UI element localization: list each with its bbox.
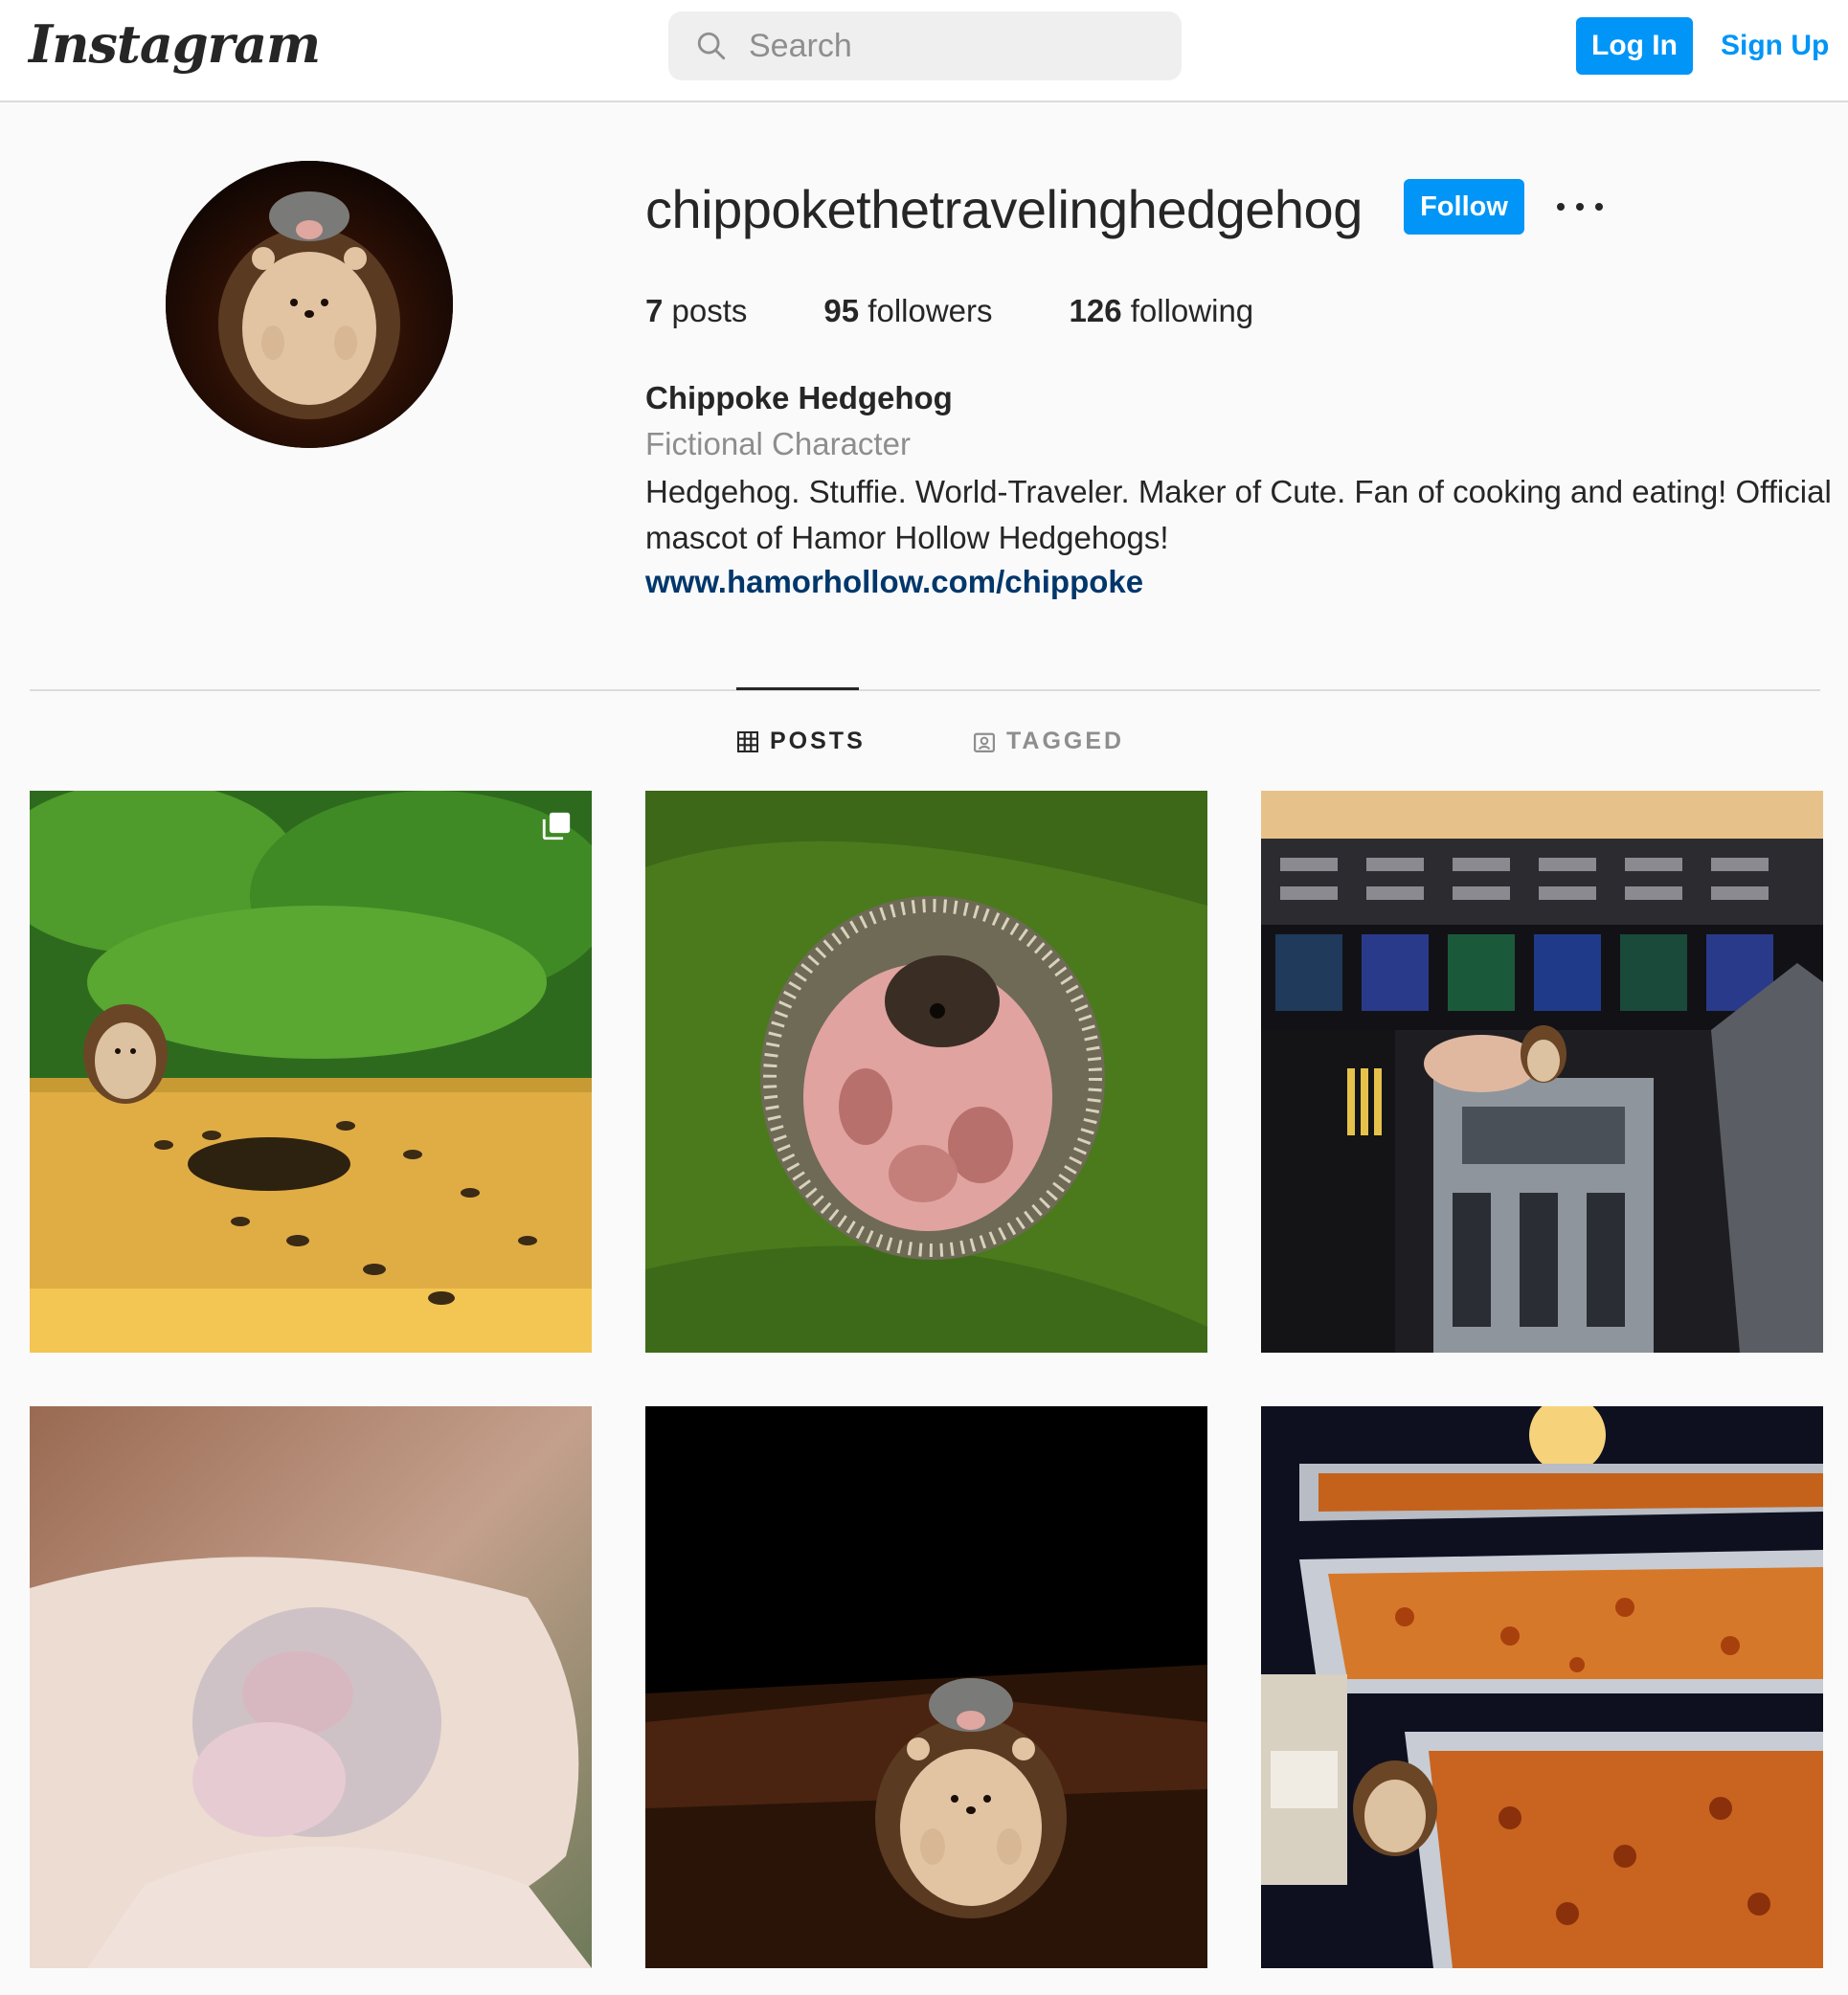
post-image: [1261, 1406, 1823, 1968]
post-tile-5[interactable]: [645, 1406, 1207, 1968]
multiple-photos-icon: [542, 812, 571, 841]
post-tile-1[interactable]: [30, 791, 592, 1353]
profile-category: Fictional Character: [645, 426, 911, 461]
followers-count[interactable]: 95 followers: [823, 293, 992, 329]
post-image: [30, 1406, 592, 1968]
post-tile-6[interactable]: [1261, 1406, 1823, 1968]
search-box[interactable]: Search: [668, 11, 1182, 80]
post-image: [645, 1406, 1207, 1968]
top-navigation-bar: Instagram Search Log In Sign Up: [0, 0, 1848, 102]
grid-icon: [737, 730, 758, 752]
tab-posts[interactable]: POSTS: [737, 728, 866, 755]
profile-website-link[interactable]: www.hamorhollow.com/chippoke: [645, 564, 1143, 600]
profile-stats: 7 posts 95 followers 126 following: [645, 293, 1330, 329]
more-options-icon[interactable]: [1557, 188, 1603, 226]
post-tile-4[interactable]: [30, 1406, 592, 1968]
post-tile-3[interactable]: [1261, 791, 1823, 1353]
tabs-divider: [30, 689, 1820, 691]
tagged-icon: [974, 732, 995, 752]
profile-username: chippokethetravelinghedgehog: [645, 179, 1363, 239]
log-in-button[interactable]: Log In: [1576, 17, 1693, 75]
profile-bio: Hedgehog. Stuffie. World-Traveler. Maker…: [645, 474, 1832, 555]
avatar-image: [166, 161, 453, 448]
post-image: [1261, 791, 1823, 1353]
post-tile-2[interactable]: [645, 791, 1207, 1353]
profile-full-name: Chippoke Hedgehog: [645, 380, 953, 415]
post-image: [645, 791, 1207, 1353]
sign-up-link[interactable]: Sign Up: [1721, 17, 1829, 75]
follow-button[interactable]: Follow: [1404, 179, 1524, 235]
active-tab-indicator: [736, 687, 859, 690]
tab-tagged[interactable]: TAGGED: [974, 728, 1124, 755]
posts-count: 7 posts: [645, 293, 748, 328]
search-icon: [697, 32, 726, 60]
post-image: [30, 791, 592, 1353]
instagram-logo[interactable]: Instagram: [29, 13, 321, 75]
profile-avatar[interactable]: [166, 161, 453, 448]
search-placeholder: Search: [749, 27, 852, 64]
following-count[interactable]: 126 following: [1070, 293, 1254, 329]
